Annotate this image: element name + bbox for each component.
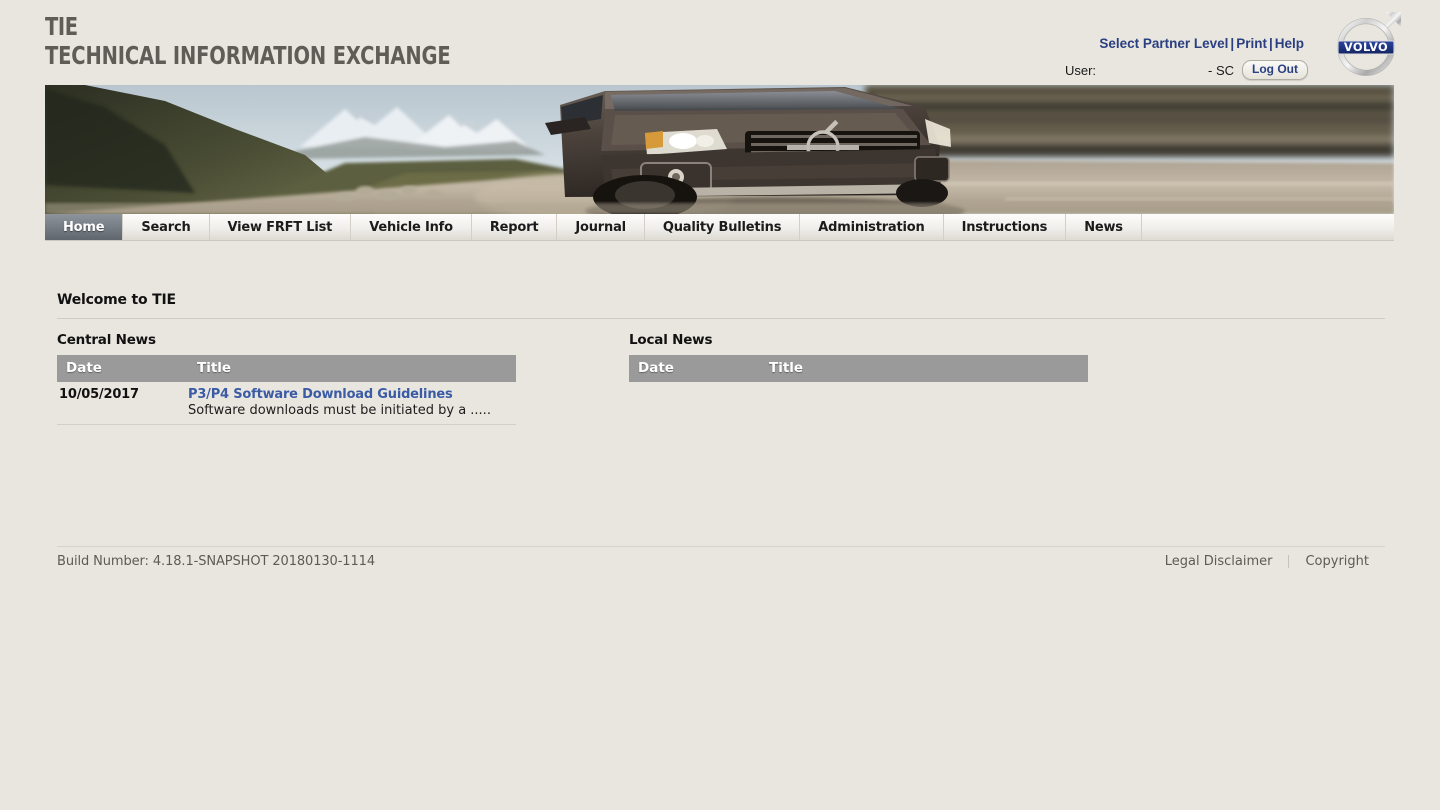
volvo-iron-mark-icon: VOLVO xyxy=(1333,8,1405,80)
local-news-col-date: Date xyxy=(629,355,760,382)
log-out-button[interactable]: Log Out xyxy=(1242,60,1308,80)
title-divider xyxy=(57,318,1385,319)
local-news-col-title: Title xyxy=(760,355,1088,382)
brand-logo: TIE TECHNICAL INFORMATION EXCHANGE xyxy=(45,14,565,68)
local-news-head: Date Title xyxy=(629,355,1088,382)
central-news-col-title: Title xyxy=(188,355,516,382)
copyright-link[interactable]: Copyright xyxy=(1289,554,1385,569)
user-value: - SC xyxy=(1208,62,1235,78)
user-info-row: User: - SC Log Out xyxy=(1065,60,1308,80)
brand-abbreviation: TIE xyxy=(45,12,78,41)
header-links: Select Partner Level | Print | Help xyxy=(1099,36,1304,51)
nav-tab-home[interactable]: Home xyxy=(45,214,124,240)
user-label: User: xyxy=(1064,62,1097,78)
nav-filler xyxy=(1142,214,1394,240)
nav-tab-vehicle-info[interactable]: Vehicle Info xyxy=(351,214,472,240)
page-footer: Build Number: 4.18.1-SNAPSHOT 20180130-1… xyxy=(57,546,1385,569)
local-news-heading: Local News xyxy=(629,332,713,348)
central-news-head: Date Title xyxy=(57,355,516,382)
nav-tab-news[interactable]: News xyxy=(1066,214,1142,240)
nav-tab-search[interactable]: Search xyxy=(123,214,210,240)
central-news-row-date: 10/05/2017 xyxy=(57,382,188,425)
footer-row: Build Number: 4.18.1-SNAPSHOT 20180130-1… xyxy=(57,554,1385,569)
page-header: TIE TECHNICAL INFORMATION EXCHANGE Selec… xyxy=(0,0,1440,85)
central-news-body: 10/05/2017 P3/P4 Software Download Guide… xyxy=(57,382,516,425)
main-content: Welcome to TIE Central News Date Title 1… xyxy=(57,292,1385,425)
build-number: Build Number: 4.18.1-SNAPSHOT 20180130-1… xyxy=(57,554,375,569)
central-news-item-description: Software downloads must be initiated by … xyxy=(188,403,491,418)
nav-tab-report[interactable]: Report xyxy=(472,214,558,240)
local-news-panel: Local News Date Title xyxy=(629,332,1088,425)
nav-tab-administration[interactable]: Administration xyxy=(800,214,944,240)
link-separator-2: | xyxy=(1268,36,1273,51)
central-news-col-date: Date xyxy=(57,355,188,382)
central-news-heading: Central News xyxy=(57,332,156,348)
nav-tab-instructions[interactable]: Instructions xyxy=(944,214,1067,240)
central-news-row-title-cell: P3/P4 Software Download Guidelines Softw… xyxy=(188,382,516,425)
footer-links: Legal Disclaimer Copyright xyxy=(1149,554,1385,569)
select-partner-level-link[interactable]: Select Partner Level xyxy=(1099,36,1228,51)
brand-full-name: TECHNICAL INFORMATION EXCHANGE xyxy=(45,41,451,70)
nav-tab-view-frft-list[interactable]: View FRFT List xyxy=(210,214,352,240)
local-news-table: Date Title xyxy=(629,355,1088,382)
footer-divider xyxy=(57,546,1385,547)
hero-banner xyxy=(45,85,1394,214)
legal-disclaimer-link[interactable]: Legal Disclaimer xyxy=(1149,554,1289,569)
nav-tab-quality-bulletins[interactable]: Quality Bulletins xyxy=(645,214,801,240)
help-link[interactable]: Help xyxy=(1275,36,1304,51)
svg-text:VOLVO: VOLVO xyxy=(1344,40,1388,54)
central-news-item-link[interactable]: P3/P4 Software Download Guidelines xyxy=(188,387,516,402)
table-header-row: Date Title xyxy=(629,355,1088,382)
table-row: 10/05/2017 P3/P4 Software Download Guide… xyxy=(57,382,516,425)
banner-hero-image xyxy=(45,85,1394,214)
main-navigation: Home Search View FRFT List Vehicle Info … xyxy=(45,214,1394,241)
central-news-panel: Central News Date Title 10/05/2017 P3/P4… xyxy=(57,332,516,425)
nav-tab-journal[interactable]: Journal xyxy=(557,214,645,240)
print-link[interactable]: Print xyxy=(1236,36,1267,51)
central-news-table: Date Title 10/05/2017 P3/P4 Software Dow… xyxy=(57,355,516,425)
tie-home-page: TIE TECHNICAL INFORMATION EXCHANGE Selec… xyxy=(0,0,1440,810)
table-header-row: Date Title xyxy=(57,355,516,382)
page-title: Welcome to TIE xyxy=(57,292,176,308)
news-columns: Central News Date Title 10/05/2017 P3/P4… xyxy=(57,332,1385,425)
